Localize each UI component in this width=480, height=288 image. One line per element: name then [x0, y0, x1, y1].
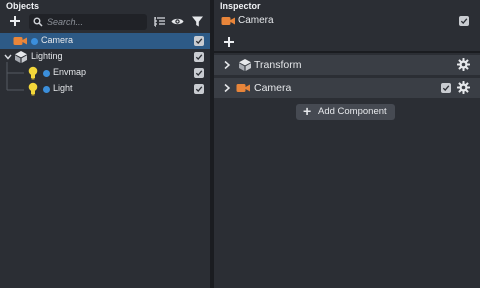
camera-icon — [221, 17, 235, 25]
filter-icon[interactable] — [191, 15, 204, 28]
object-enabled-checkbox[interactable] — [459, 16, 469, 26]
inspector-object-name: Camera — [238, 15, 274, 26]
tree-item-label: Lighting — [31, 51, 63, 61]
plus-icon: + — [303, 103, 312, 119]
tree-item-label: Envmap — [53, 67, 87, 77]
list-icon[interactable] — [153, 15, 166, 28]
tree-item-label: Light — [53, 83, 73, 93]
objects-panel-title: Objects — [6, 1, 40, 11]
gear-icon[interactable] — [457, 58, 470, 71]
visibility-checkbox[interactable] — [194, 84, 204, 94]
component-camera[interactable]: Camera — [214, 78, 480, 98]
add-component-label: Add Component — [318, 106, 387, 117]
camera-icon — [13, 37, 27, 45]
search-input[interactable] — [47, 15, 143, 29]
tree-item-label: Camera — [41, 35, 74, 45]
chevron-down-icon[interactable] — [4, 54, 12, 60]
camera-icon — [236, 84, 250, 92]
chevron-right-icon[interactable] — [223, 83, 231, 93]
visibility-checkbox[interactable] — [194, 36, 204, 46]
tree-item-light[interactable]: Light — [0, 81, 210, 97]
lightbulb-icon — [28, 82, 38, 96]
add-object-button[interactable] — [8, 14, 22, 28]
tree-item-camera[interactable]: Camera — [0, 33, 210, 49]
eye-icon[interactable] — [171, 15, 184, 28]
component-label: Camera — [254, 82, 292, 94]
search-icon — [33, 17, 43, 27]
gear-icon[interactable] — [457, 81, 470, 94]
cube-icon — [239, 59, 251, 71]
component-enabled-checkbox[interactable] — [441, 83, 451, 93]
tree-item-envmap[interactable]: Envmap — [0, 65, 210, 81]
objects-panel: Objects Camera Lighting Envmap — [0, 0, 210, 288]
inspector-panel: Inspector Camera Transform Camera — [214, 0, 480, 288]
add-button[interactable] — [223, 34, 235, 48]
chevron-right-icon[interactable] — [223, 60, 231, 70]
search-box[interactable] — [29, 14, 147, 30]
inspector-object-header: Camera — [214, 13, 480, 30]
divider — [214, 51, 480, 53]
add-component-button[interactable]: + Add Component — [296, 104, 395, 120]
component-transform[interactable]: Transform — [214, 55, 480, 75]
object-dot — [43, 70, 50, 77]
visibility-checkbox[interactable] — [194, 68, 204, 78]
component-label: Transform — [254, 59, 302, 71]
tree-item-lighting[interactable]: Lighting — [0, 49, 210, 65]
plus-icon — [224, 37, 234, 47]
plus-icon — [10, 16, 20, 26]
object-dot — [31, 38, 38, 45]
object-dot — [43, 86, 50, 93]
objects-toolbar — [0, 13, 210, 31]
visibility-checkbox[interactable] — [194, 52, 204, 62]
lightbulb-icon — [28, 66, 38, 80]
inspector-panel-title: Inspector — [220, 1, 261, 11]
